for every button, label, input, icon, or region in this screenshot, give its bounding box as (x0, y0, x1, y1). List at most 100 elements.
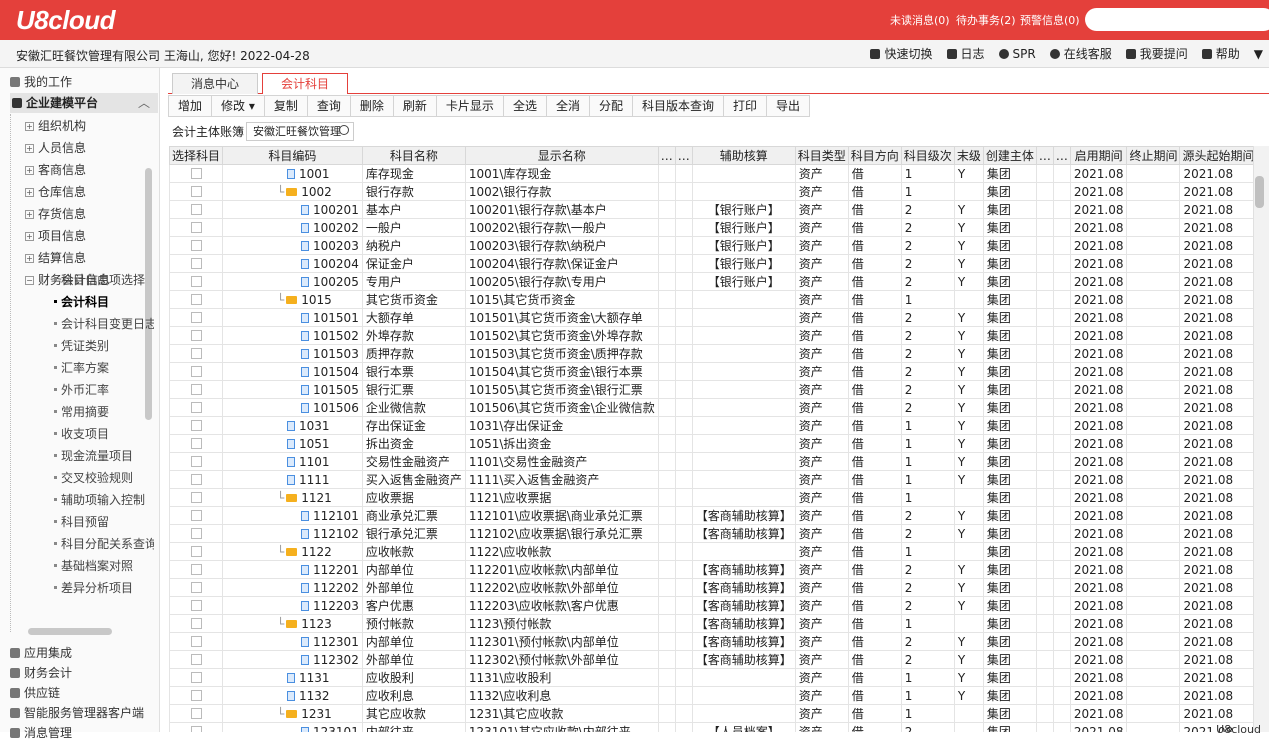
quick-switch-link[interactable]: 快速切换 (870, 45, 933, 62)
sidebar-node[interactable]: + 组织机构 (25, 116, 155, 136)
row-checkbox[interactable] (190, 653, 202, 665)
global-search-input[interactable] (1085, 8, 1269, 31)
folder-icon[interactable] (286, 709, 298, 718)
sidebar-leaf[interactable]: 常用摘要 (54, 402, 154, 422)
column-header[interactable]: 科目级次 (900, 146, 955, 165)
row-checkbox[interactable] (190, 311, 202, 323)
sidebar-leaf[interactable]: 汇率方案 (54, 358, 154, 378)
sidebar-module[interactable]: 财务会计 (10, 663, 72, 683)
table-row[interactable]: 100205 专用户 100205\银行存款\专用户 【银行账户】 资产借 2 Y 集团 202… (169, 272, 1253, 291)
toolbar-button[interactable]: 全消 (545, 95, 589, 117)
folder-icon[interactable] (286, 547, 298, 556)
expand-icon[interactable]: + (25, 166, 34, 175)
select-cell[interactable] (169, 434, 224, 453)
column-header[interactable]: 科目名称 (361, 146, 466, 165)
toolbar-button[interactable]: 导出 (766, 95, 811, 117)
column-header[interactable]: … (1052, 146, 1071, 165)
column-header[interactable]: … (657, 146, 676, 165)
select-cell[interactable] (169, 560, 224, 579)
spr-link[interactable]: SPR (998, 47, 1036, 61)
folder-icon[interactable] (286, 187, 298, 196)
row-checkbox[interactable] (190, 563, 202, 575)
row-checkbox[interactable] (190, 707, 202, 719)
toolbar-button[interactable]: 分配 (588, 95, 632, 117)
table-row[interactable]: 100202 一般户 100202\银行存款\一般户 【银行账户】 资产借 2 Y 集团 202… (169, 218, 1253, 237)
table-row[interactable]: 1031 存出保证金 1031\存出保证金 资产借 1 Y 集团 2021.08 2021.08 (169, 416, 1253, 435)
table-row[interactable]: 101504 银行本票 101504\其它货币资金\银行本票 资产借 2 Y 集团 2021.… (169, 362, 1253, 381)
sidebar-leaf[interactable]: 差异分析项目 (54, 578, 154, 598)
row-checkbox[interactable] (190, 509, 202, 521)
row-checkbox[interactable] (190, 347, 202, 359)
column-header[interactable]: 科目编码 (222, 146, 363, 165)
folder-icon[interactable] (286, 619, 298, 628)
select-cell[interactable] (169, 398, 224, 417)
select-cell[interactable] (169, 416, 224, 435)
select-cell[interactable] (169, 614, 224, 633)
folder-icon[interactable] (286, 493, 298, 502)
table-row[interactable]: 101505 银行汇票 101505\其它货币资金\银行汇票 资产借 2 Y 集团 2021.… (169, 380, 1253, 399)
row-checkbox[interactable] (190, 455, 202, 467)
row-checkbox[interactable] (190, 491, 202, 503)
select-cell[interactable] (169, 308, 224, 327)
row-checkbox[interactable] (190, 725, 202, 732)
row-checkbox[interactable] (190, 581, 202, 593)
select-cell[interactable] (169, 326, 224, 345)
toolbar-button[interactable]: 刷新 (392, 95, 436, 117)
select-cell[interactable] (169, 470, 224, 489)
table-row[interactable]: └ 1121 应收票据 1121\应收票据 资产借 1 集团 2021.08 2021.08 (169, 488, 1253, 507)
column-header[interactable]: … (1035, 146, 1054, 165)
row-checkbox[interactable] (190, 437, 202, 449)
select-cell[interactable] (169, 686, 224, 705)
expand-icon[interactable]: + (25, 232, 34, 241)
online-service-link[interactable]: 在线客服 (1049, 45, 1112, 62)
select-cell[interactable] (169, 596, 224, 615)
toolbar-button[interactable]: 卡片显示 (435, 95, 503, 117)
column-header[interactable]: 选择科目 (169, 146, 224, 165)
sidebar-leaf[interactable]: 科目预留 (54, 512, 154, 532)
help-link[interactable]: 帮助 (1201, 45, 1240, 62)
alerts-link[interactable]: 预警信息(0) (1020, 12, 1080, 28)
table-row[interactable]: 112202 外部单位 112202\应收帐款\外部单位 【客商辅助核算】 资产借 2 Y 集… (169, 578, 1253, 597)
row-checkbox[interactable] (190, 671, 202, 683)
select-cell[interactable] (169, 542, 224, 561)
row-checkbox[interactable] (190, 599, 202, 611)
table-row[interactable]: 100204 保证金户 100204\银行存款\保证金户 【银行账户】 资产借 2 Y 集团 2… (169, 254, 1253, 273)
table-row[interactable]: 101503 质押存款 101503\其它货币资金\质押存款 资产借 2 Y 集团 2021.… (169, 344, 1253, 363)
table-row[interactable]: 1001 库存现金 1001\库存现金 资产借 1 Y 集团 2021.08 2021.08 (169, 164, 1253, 183)
select-cell[interactable] (169, 380, 224, 399)
column-header[interactable]: 创建主体 (982, 146, 1037, 165)
sidebar-module[interactable]: 消息管理 (10, 723, 72, 743)
select-cell[interactable] (169, 722, 224, 732)
sidebar-leaf[interactable]: 会计科目变更日志 (54, 314, 154, 334)
row-checkbox[interactable] (190, 185, 202, 197)
toolbar-button[interactable]: 查询 (306, 95, 350, 117)
table-row[interactable]: └ 1015 其它货币资金 1015\其它货币资金 资产借 1 集团 2021.08 2021.… (169, 290, 1253, 309)
ask-question-link[interactable]: 我要提问 (1125, 45, 1188, 62)
row-checkbox[interactable] (190, 365, 202, 377)
sidebar-leaf[interactable]: 基础档案对照 (54, 556, 154, 576)
table-row[interactable]: 100201 基本户 100201\银行存款\基本户 【银行账户】 资产借 2 Y 集团 202… (169, 200, 1253, 219)
sidebar-node[interactable]: + 仓库信息 (25, 182, 155, 202)
grid-scrollbar-thumb[interactable] (1255, 176, 1264, 208)
column-header[interactable]: 科目类型 (794, 146, 849, 165)
table-row[interactable]: 1101 交易性金融资产 1101\交易性金融资产 资产借 1 Y 集团 2021.08 202… (169, 452, 1253, 471)
expand-icon[interactable]: + (25, 210, 34, 219)
row-checkbox[interactable] (190, 617, 202, 629)
row-checkbox[interactable] (190, 167, 202, 179)
table-row[interactable]: └ 1122 应收帐款 1122\应收帐款 资产借 1 集团 2021.08 2021.08 (169, 542, 1253, 561)
table-row[interactable]: 101506 企业微信款 101506\其它货币资金\企业微信款 资产借 2 Y 集团 202… (169, 398, 1253, 417)
row-checkbox[interactable] (190, 203, 202, 215)
row-checkbox[interactable] (190, 329, 202, 341)
table-row[interactable]: 112302 外部单位 112302\预付帐款\外部单位 【客商辅助核算】 资产借 2 Y 集… (169, 650, 1253, 669)
sidebar-node[interactable]: + 人员信息 (25, 138, 155, 158)
sidebar-leaf[interactable]: 科目自由项选择 (54, 270, 154, 290)
row-checkbox[interactable] (190, 689, 202, 701)
select-cell[interactable] (169, 632, 224, 651)
row-checkbox[interactable] (190, 383, 202, 395)
row-checkbox[interactable] (190, 419, 202, 431)
folder-icon[interactable] (286, 295, 298, 304)
sidebar-module[interactable]: 供应链 (10, 683, 60, 703)
table-row[interactable]: └ 1002 银行存款 1002\银行存款 资产借 1 集团 2021.08 2021.08 (169, 182, 1253, 201)
toolbar-button[interactable]: 增加 (168, 95, 212, 117)
sidebar-leaf[interactable]: 科目分配关系查询 (54, 534, 154, 554)
